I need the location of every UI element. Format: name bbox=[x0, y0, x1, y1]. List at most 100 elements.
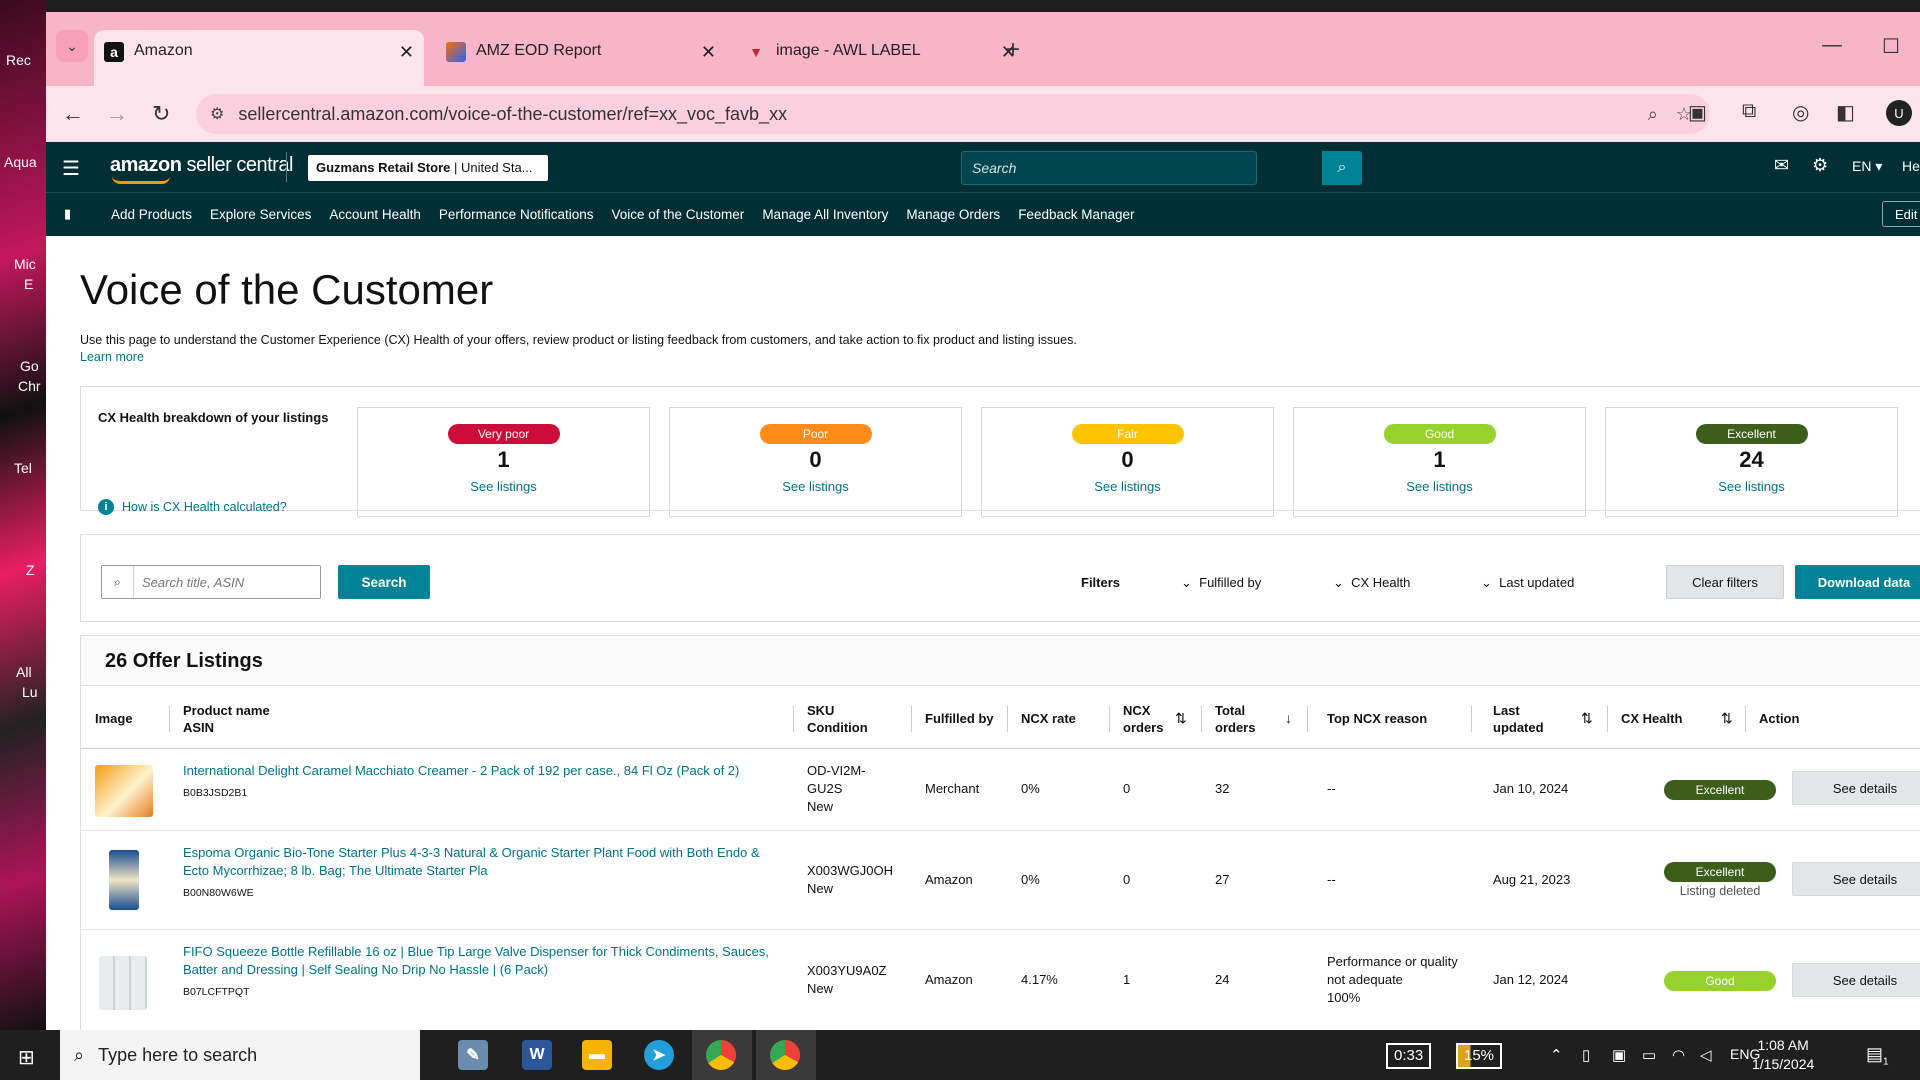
col-last-updated[interactable]: Last updated bbox=[1493, 702, 1544, 736]
listing-deleted-note: Listing deleted bbox=[1679, 884, 1761, 898]
word-app-icon[interactable]: W bbox=[522, 1040, 552, 1070]
language-selector[interactable]: EN ▾ bbox=[1852, 158, 1882, 175]
clear-filters-button[interactable]: Clear filters bbox=[1666, 565, 1784, 599]
mail-icon[interactable]: ✉ bbox=[1774, 155, 1789, 176]
last-updated-filter[interactable]: ⌄ Last updated bbox=[1481, 575, 1574, 591]
see-details-button[interactable]: See details bbox=[1792, 963, 1920, 997]
omnibox[interactable]: ⚙ sellercentral.amazon.com/voice-of-the-… bbox=[196, 94, 1710, 134]
download-data-button[interactable]: Download data bbox=[1795, 565, 1920, 599]
battery-icon[interactable]: ▭ bbox=[1642, 1046, 1656, 1064]
hamburger-menu-icon[interactable]: ☰ bbox=[62, 156, 80, 181]
product-thumbnail[interactable] bbox=[109, 850, 139, 910]
minimize-icon[interactable]: — bbox=[1822, 34, 1842, 57]
extension-icon[interactable]: ◎ bbox=[1792, 100, 1809, 125]
see-details-button[interactable]: See details bbox=[1792, 862, 1920, 896]
fulfilled-by-label: Fulfilled by bbox=[1199, 575, 1262, 590]
fulfilled-by-filter[interactable]: ⌄ Fulfilled by bbox=[1181, 575, 1261, 591]
header-search-input[interactable] bbox=[962, 152, 1256, 184]
nav-edit-button[interactable]: Edit bbox=[1882, 201, 1920, 227]
col-cx-health[interactable]: CX Health bbox=[1621, 710, 1682, 727]
cx-health-help-link[interactable]: i How is CX Health calculated? bbox=[98, 499, 287, 515]
sort-icon[interactable]: ⇅ bbox=[1175, 710, 1187, 727]
url-text[interactable]: sellercentral.amazon.com/voice-of-the-cu… bbox=[238, 104, 1647, 125]
side-panel-icon[interactable]: ◧ bbox=[1836, 100, 1855, 125]
wifi-icon[interactable]: ◠ bbox=[1672, 1046, 1685, 1064]
product-name-link[interactable]: FIFO Squeeze Bottle Refillable 16 oz | B… bbox=[183, 943, 783, 979]
taskbar-search[interactable]: ⌕ Type here to search bbox=[60, 1030, 420, 1080]
nav-manage-all-inventory[interactable]: Manage All Inventory bbox=[762, 207, 888, 222]
tab-amz-eod-report[interactable]: AMZ EOD Report ✕ bbox=[436, 30, 726, 86]
nav-feedback-manager[interactable]: Feedback Manager bbox=[1018, 207, 1134, 222]
see-details-button[interactable]: See details bbox=[1792, 771, 1920, 805]
col-product-name[interactable]: Product name ASIN bbox=[183, 702, 270, 736]
new-tab-icon[interactable]: + bbox=[1006, 36, 1020, 64]
header-search[interactable] bbox=[961, 151, 1257, 185]
back-icon[interactable]: ← bbox=[62, 101, 84, 127]
col-ncx-orders[interactable]: NCX orders bbox=[1123, 702, 1163, 736]
col-sku[interactable]: SKU Condition bbox=[807, 702, 868, 736]
see-listings-link[interactable]: See listings bbox=[670, 479, 961, 494]
cx-health-badge: Excellent bbox=[1664, 862, 1776, 882]
close-tab-icon[interactable]: ✕ bbox=[399, 42, 414, 63]
last-updated-cell: Jan 12, 2024 bbox=[1493, 972, 1569, 987]
extensions-puzzle-icon[interactable]: ⧉ bbox=[1742, 100, 1756, 123]
see-listings-link[interactable]: See listings bbox=[1606, 479, 1897, 494]
nav-explore-services[interactable]: Explore Services bbox=[210, 207, 311, 222]
amazon-seller-central-logo[interactable]: amazon seller central bbox=[110, 154, 293, 184]
volume-icon[interactable]: ◁ bbox=[1700, 1046, 1712, 1064]
help-link[interactable]: He bbox=[1902, 158, 1920, 174]
notepad-app-icon[interactable]: ✎ bbox=[458, 1040, 488, 1070]
chrome-icon[interactable] bbox=[706, 1040, 736, 1070]
extension-off-icon[interactable]: ▣ bbox=[1688, 100, 1707, 125]
file-explorer-icon[interactable]: ▬ bbox=[582, 1040, 612, 1070]
col-fulfilled-by[interactable]: Fulfilled by bbox=[925, 710, 994, 727]
nav-performance-notifications[interactable]: Performance Notifications bbox=[439, 207, 594, 222]
device-icon[interactable]: ▯ bbox=[1582, 1046, 1590, 1064]
maximize-icon[interactable]: ☐ bbox=[1882, 34, 1900, 59]
site-info-icon[interactable]: ⚙ bbox=[210, 104, 224, 124]
product-name-link[interactable]: International Delight Caramel Macchiato … bbox=[183, 762, 783, 780]
forward-icon[interactable]: → bbox=[106, 101, 128, 127]
col-total-orders[interactable]: Total orders bbox=[1215, 702, 1255, 736]
col-top-ncx-reason[interactable]: Top NCX reason bbox=[1327, 710, 1427, 727]
nav-account-health[interactable]: Account Health bbox=[329, 207, 421, 222]
battery-timer[interactable]: 0:33 bbox=[1386, 1043, 1432, 1069]
bookmark-icon[interactable]: ▮ bbox=[64, 206, 71, 222]
sort-descending-icon[interactable]: ↓ bbox=[1285, 710, 1292, 726]
notification-icon[interactable]: ▤1 bbox=[1866, 1044, 1889, 1068]
store-selector[interactable]: Guzmans Retail Store | United Sta... bbox=[308, 155, 548, 181]
see-listings-link[interactable]: See listings bbox=[982, 479, 1273, 494]
nav-voice-of-the-customer[interactable]: Voice of the Customer bbox=[611, 207, 744, 222]
tab-search-icon[interactable]: ⌄ bbox=[56, 30, 88, 62]
reload-icon[interactable]: ↻ bbox=[152, 101, 170, 127]
col-ncx-rate[interactable]: NCX rate bbox=[1021, 710, 1076, 727]
listing-search-input[interactable] bbox=[134, 567, 320, 597]
amazon-smile-icon bbox=[112, 176, 170, 184]
chrome-profile-icon[interactable] bbox=[770, 1040, 800, 1070]
product-thumbnail[interactable] bbox=[99, 956, 147, 1010]
sort-icon[interactable]: ⇅ bbox=[1721, 710, 1733, 727]
battery-indicator[interactable]: 15% bbox=[1456, 1043, 1503, 1069]
gear-icon[interactable]: ⚙ bbox=[1812, 155, 1828, 176]
header-search-button[interactable]: ⌕ bbox=[1322, 151, 1362, 185]
product-name-link[interactable]: Espoma Organic Bio-Tone Starter Plus 4-3… bbox=[183, 844, 783, 880]
telegram-icon[interactable]: ➤ bbox=[644, 1040, 674, 1070]
zoom-icon[interactable]: ⌕ bbox=[1648, 104, 1658, 125]
windows-start-icon[interactable]: ⊞ bbox=[18, 1045, 35, 1070]
search-button[interactable]: Search bbox=[338, 565, 430, 599]
security-icon[interactable]: ▣ bbox=[1612, 1046, 1626, 1064]
tab-awl-label[interactable]: ▼ image - AWL LABEL ✕ bbox=[736, 30, 1026, 86]
tab-amazon[interactable]: a Amazon ✕ bbox=[94, 30, 424, 86]
cx-health-filter[interactable]: ⌄ CX Health bbox=[1333, 575, 1410, 591]
profile-avatar[interactable]: U bbox=[1886, 100, 1912, 126]
nav-manage-orders[interactable]: Manage Orders bbox=[906, 207, 1000, 222]
learn-more-link[interactable]: Learn more bbox=[80, 350, 144, 364]
close-tab-icon[interactable]: ✕ bbox=[701, 42, 716, 63]
clock[interactable]: 1:08 AM 1/15/2024 bbox=[1752, 1036, 1814, 1074]
product-thumbnail[interactable] bbox=[95, 765, 153, 817]
see-listings-link[interactable]: See listings bbox=[1294, 479, 1585, 494]
see-listings-link[interactable]: See listings bbox=[358, 479, 649, 494]
sort-icon[interactable]: ⇅ bbox=[1581, 710, 1593, 727]
chevron-up-icon[interactable]: ⌃ bbox=[1550, 1046, 1563, 1064]
nav-add-products[interactable]: Add Products bbox=[111, 207, 192, 222]
